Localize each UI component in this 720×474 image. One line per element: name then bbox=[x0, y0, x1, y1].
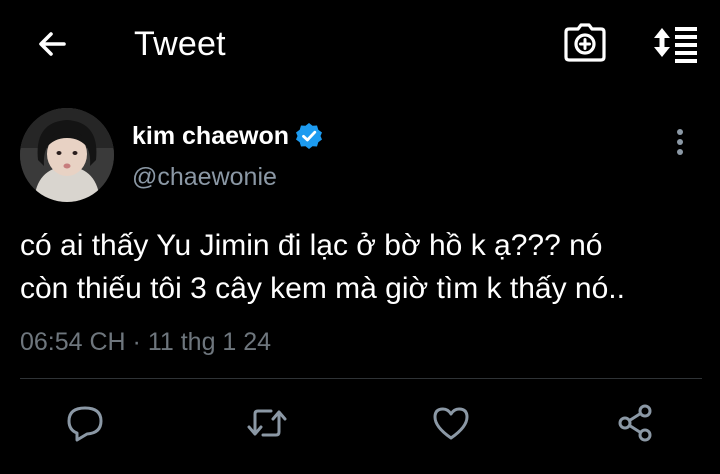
camera-button[interactable] bbox=[562, 20, 608, 66]
share-icon bbox=[618, 404, 652, 442]
sort-button[interactable] bbox=[648, 20, 702, 66]
back-button[interactable] bbox=[30, 22, 74, 66]
avatar[interactable] bbox=[20, 108, 114, 202]
reply-icon bbox=[67, 406, 103, 442]
arrow-left-icon bbox=[39, 32, 66, 56]
tweet-text-line: còn thiếu tôi 3 cây kem mà giờ tìm k thấ… bbox=[20, 272, 625, 305]
like-button[interactable] bbox=[426, 398, 476, 448]
author-name-row[interactable]: kim chaewon bbox=[132, 118, 323, 154]
display-name[interactable]: kim chaewon bbox=[132, 118, 289, 154]
divider bbox=[20, 378, 702, 379]
more-options-button[interactable] bbox=[664, 122, 696, 162]
tweet-text: có ai thấy Yu Jimin đi lạc ở bờ hồ k ạ??… bbox=[20, 224, 710, 310]
tweet-text-line: có ai thấy Yu Jimin đi lạc ở bờ hồ k ạ??… bbox=[20, 229, 603, 262]
tweet-detail-page: Tweet kim chaewon @chaewonie có ai thấy … bbox=[0, 0, 720, 474]
reply-button[interactable] bbox=[60, 398, 110, 448]
tweet-timestamp[interactable]: 06:54 CH · 11 thg 1 24 bbox=[20, 324, 271, 360]
share-button[interactable] bbox=[610, 398, 660, 448]
retweet-icon bbox=[247, 409, 287, 437]
retweet-button[interactable] bbox=[242, 398, 292, 448]
camera-add-icon bbox=[564, 23, 606, 62]
heart-icon bbox=[433, 407, 469, 440]
user-handle[interactable]: @chaewonie bbox=[132, 160, 277, 194]
top-app-bar: Tweet bbox=[0, 0, 720, 88]
page-title: Tweet bbox=[134, 25, 226, 63]
verified-badge-icon bbox=[295, 122, 323, 150]
sort-list-icon bbox=[654, 27, 697, 63]
more-vertical-icon bbox=[677, 129, 683, 155]
profile-photo bbox=[20, 108, 114, 202]
